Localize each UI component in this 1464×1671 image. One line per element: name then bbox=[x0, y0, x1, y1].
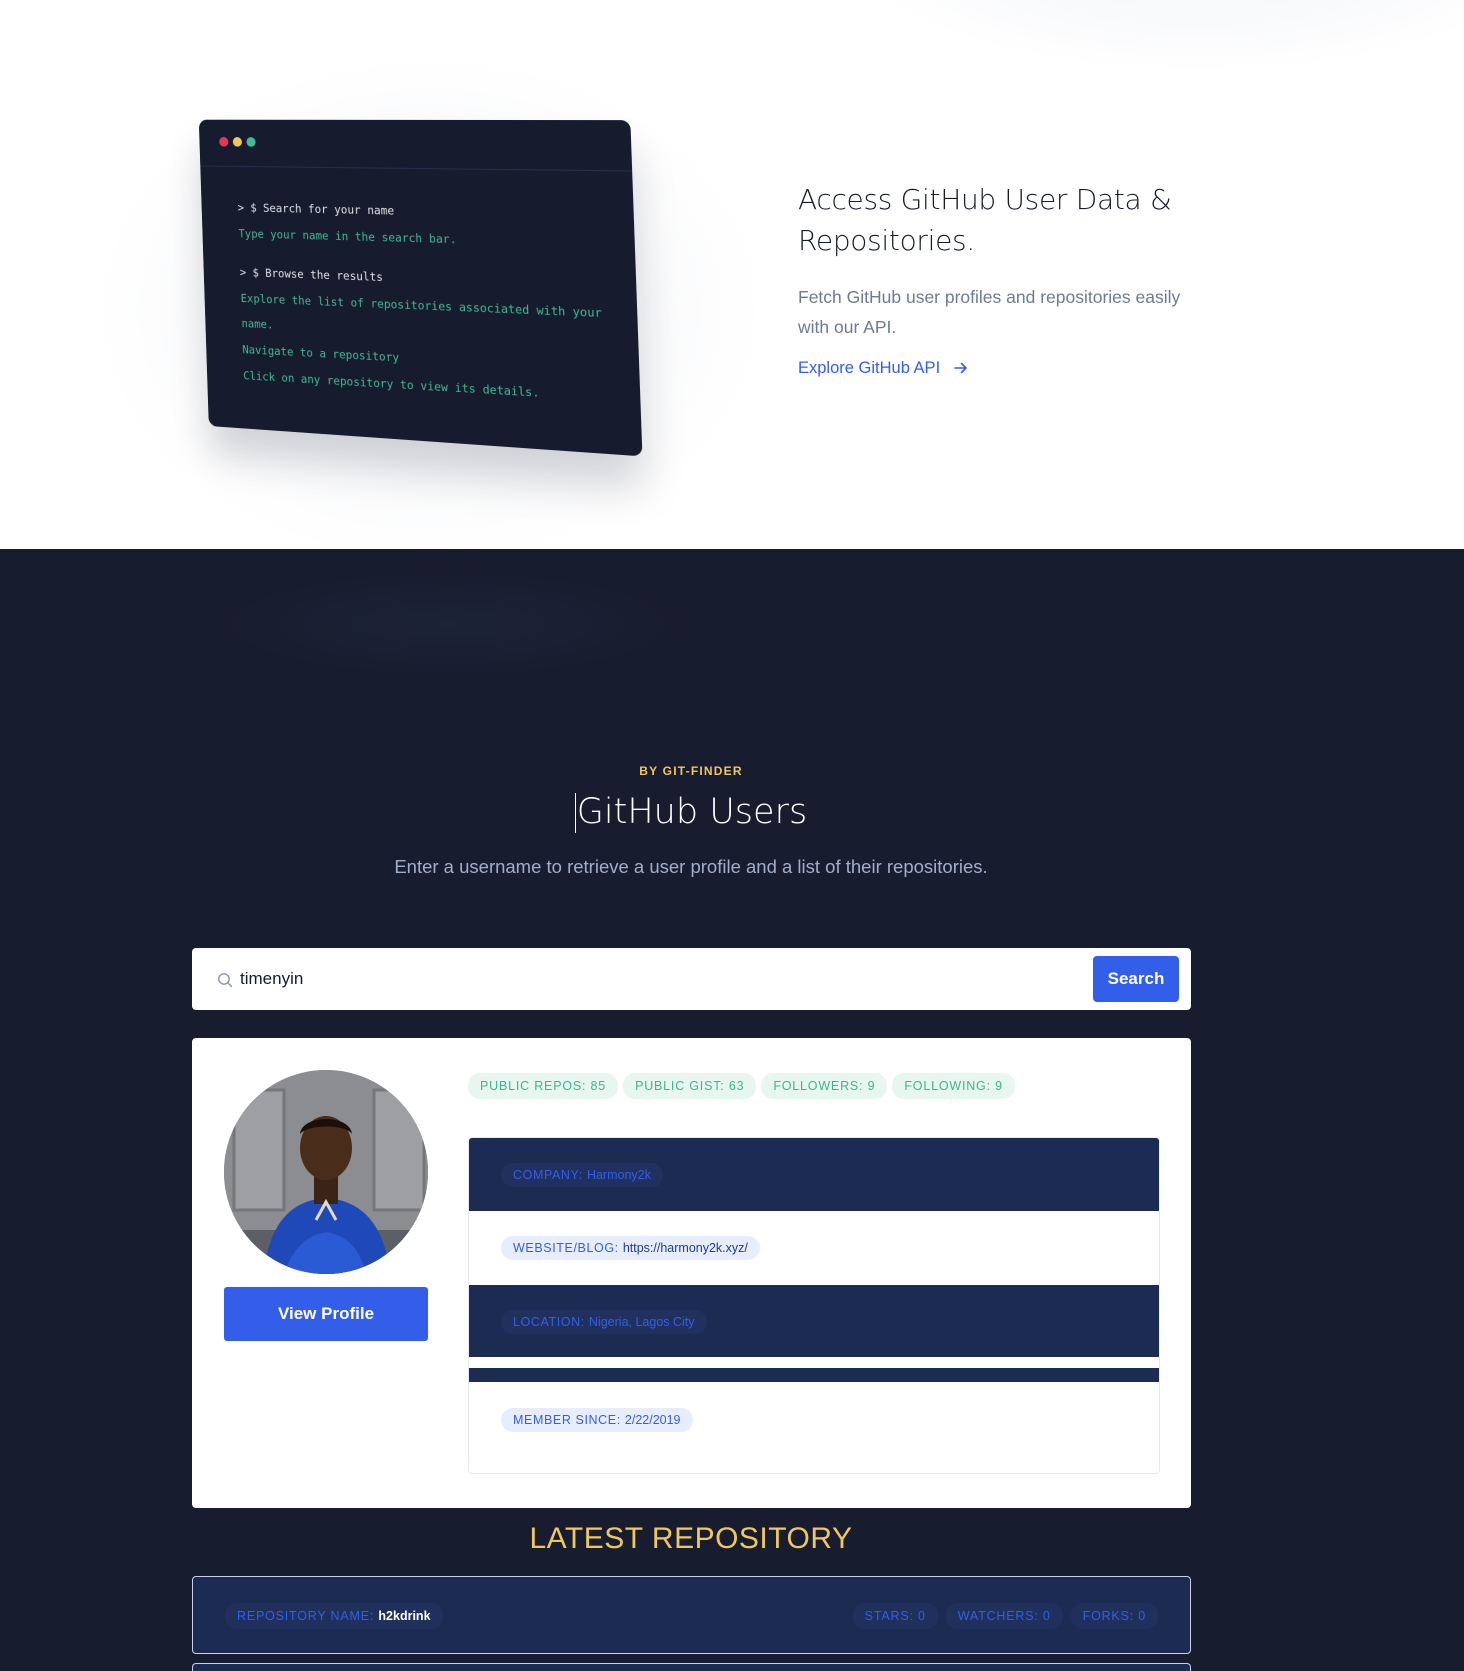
feature-text: Access GitHub User Data & Repositories. … bbox=[798, 180, 1198, 378]
member-since-badge: MEMBER SINCE: 2/22/2019 bbox=[501, 1408, 693, 1432]
terminal-output: Click on any repository to view its deta… bbox=[243, 368, 540, 400]
detail-row-company: COMPANY: Harmony2k bbox=[469, 1138, 1159, 1211]
decorative-swoosh bbox=[850, 0, 1464, 70]
detail-row-website: WEBSITE/BLOG: https://harmony2k.xyz/ bbox=[469, 1211, 1159, 1285]
terminal-output: Explore the list of repositories associa… bbox=[240, 290, 603, 320]
terminal-output: Type your name in the search bar. bbox=[238, 226, 457, 247]
terminal-illustration: > $ Search for your name Type your name … bbox=[198, 119, 643, 457]
latest-repository-title: LATEST REPOSITORY bbox=[529, 1522, 853, 1555]
detail-row-location: LOCATION: Nigeria, Lagos City bbox=[469, 1285, 1159, 1357]
minimize-dot-icon bbox=[232, 137, 243, 147]
repository-card[interactable]: REPOSITORY NAME: h2kdrink STARS: 0 WATCH… bbox=[192, 1576, 1191, 1654]
window-controls bbox=[219, 136, 256, 147]
feature-description: Fetch GitHub user profiles and repositor… bbox=[798, 287, 1181, 337]
explore-api-link-label: Explore GitHub API bbox=[798, 358, 941, 377]
github-users-section: BY GIT-FINDER GitHub Users Enter a usern… bbox=[0, 549, 1464, 1671]
section-eyebrow: BY GIT-FINDER bbox=[639, 764, 743, 778]
search-icon bbox=[218, 973, 233, 988]
repository-stats: STARS: 0 WATCHERS: 0 FORKS: 0 bbox=[852, 1603, 1158, 1629]
text-caret bbox=[574, 793, 576, 833]
profile-stats: PUBLIC REPOS: 85 PUBLIC GIST: 63 FOLLOWE… bbox=[468, 1073, 1015, 1099]
view-profile-button[interactable]: View Profile bbox=[224, 1287, 428, 1341]
search-button[interactable]: Search bbox=[1093, 956, 1179, 1002]
close-dot-icon bbox=[219, 136, 229, 147]
section-subtitle: Enter a username to retrieve a user prof… bbox=[394, 856, 988, 877]
location-badge: LOCATION: Nigeria, Lagos City bbox=[501, 1310, 707, 1334]
arrow-right-icon bbox=[954, 362, 967, 374]
avatar bbox=[224, 1070, 428, 1274]
explore-api-link[interactable]: Explore GitHub API bbox=[798, 359, 968, 378]
repository-name-badge: REPOSITORY NAME: h2kdrink bbox=[225, 1603, 443, 1629]
terminal-divider bbox=[200, 165, 633, 172]
profile-card: View Profile PUBLIC REPOS: 85 PUBLIC GIS… bbox=[192, 1038, 1191, 1508]
search-input[interactable] bbox=[240, 962, 1060, 996]
company-badge: COMPANY: Harmony2k bbox=[501, 1163, 663, 1187]
detail-row-member-since: MEMBER SINCE: 2/22/2019 bbox=[469, 1382, 1159, 1473]
section-title: GitHub Users bbox=[0, 792, 1382, 833]
search-bar: Search bbox=[192, 948, 1191, 1010]
avatar-photo bbox=[224, 1070, 428, 1274]
terminal-output: name. bbox=[241, 316, 274, 332]
feature-section: > $ Search for your name Type your name … bbox=[0, 0, 1464, 549]
followers-badge: FOLLOWERS: 9 bbox=[761, 1073, 888, 1099]
repository-card-partial[interactable] bbox=[192, 1663, 1191, 1671]
maximize-dot-icon bbox=[246, 137, 256, 147]
profile-details-list: COMPANY: Harmony2k WEBSITE/BLOG: https:/… bbox=[468, 1137, 1160, 1474]
stars-badge: STARS: 0 bbox=[852, 1603, 938, 1629]
terminal-command: > $ Search for your name bbox=[237, 200, 395, 218]
public-gist-badge: PUBLIC GIST: 63 bbox=[623, 1073, 757, 1099]
following-badge: FOLLOWING: 9 bbox=[892, 1073, 1015, 1099]
decorative-glow bbox=[210, 569, 690, 679]
watchers-badge: WATCHERS: 0 bbox=[945, 1603, 1063, 1629]
section-title-text: GitHub Users bbox=[576, 792, 808, 832]
feature-title: Access GitHub User Data & Repositories. bbox=[798, 183, 1172, 257]
detail-row-empty bbox=[469, 1368, 1159, 1382]
public-repos-badge: PUBLIC REPOS: 85 bbox=[468, 1073, 619, 1099]
forks-badge: FORKS: 0 bbox=[1070, 1603, 1158, 1629]
website-badge[interactable]: WEBSITE/BLOG: https://harmony2k.xyz/ bbox=[501, 1236, 760, 1260]
terminal-body: > $ Search for your name Type your name … bbox=[237, 201, 619, 419]
